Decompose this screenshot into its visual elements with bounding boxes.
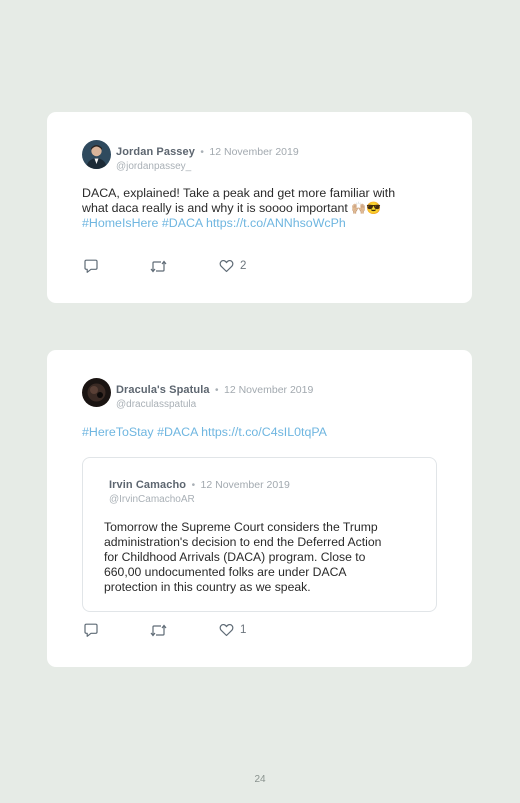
quoted-tweet-text: Tomorrow the Supreme Court considers the… (104, 520, 424, 595)
reply-button[interactable] (83, 259, 99, 274)
tweet-actions: 2 (83, 259, 283, 275)
author-name[interactable]: Dracula's Spatula (116, 384, 210, 396)
tweet-links[interactable]: #HomeIsHere #DACA https://t.co/ANNhsoWcP… (82, 216, 442, 231)
retweet-button[interactable] (150, 259, 167, 274)
tweet-text-line: what daca really is and why it is soooo … (82, 201, 442, 216)
like-count: 2 (240, 260, 247, 272)
tweet-actions: 1 (83, 623, 283, 639)
tweet-date[interactable]: 12 November 2019 (224, 384, 313, 396)
tweet-date[interactable]: 12 November 2019 (209, 146, 298, 158)
author-handle[interactable]: @draculasspatula (116, 399, 313, 410)
tweet-card: Dracula's Spatula • 12 November 2019 @dr… (47, 350, 472, 667)
like-count: 1 (240, 624, 247, 636)
quoted-author-handle[interactable]: @IrvinCamachoAR (109, 494, 290, 505)
tweet-text-segment: what daca really is and why it is soooo … (82, 201, 352, 215)
quoted-text-line: for Childhood Arrivals (DACA) program. C… (104, 550, 366, 564)
tweet-text: DACA, explained! Take a peak and get mor… (82, 186, 442, 231)
avatar[interactable] (82, 140, 111, 169)
quoted-text-line: 660,00 undocumented folks are under DACA (104, 565, 347, 579)
quoted-tweet[interactable]: Irvin Camacho • 12 November 2019 @IrvinC… (82, 457, 437, 612)
separator-dot: • (215, 385, 219, 396)
author-name[interactable]: Jordan Passey (116, 146, 195, 158)
emoji-text: 🙌🏼😎 (351, 201, 382, 215)
heart-icon (219, 259, 234, 273)
author-handle[interactable]: @jordanpassey_ (116, 161, 299, 172)
retweet-icon (150, 623, 167, 638)
tweet-text-line: DACA, explained! Take a peak and get mor… (82, 186, 396, 200)
page-number: 24 (254, 774, 266, 785)
like-button[interactable]: 1 (219, 623, 246, 637)
tweet-card: Jordan Passey • 12 November 2019 @jordan… (47, 112, 472, 303)
reply-icon (83, 623, 99, 638)
reply-button[interactable] (83, 623, 99, 638)
like-button[interactable]: 2 (219, 259, 246, 273)
quoted-text-line: Tomorrow the Supreme Court considers the… (104, 520, 378, 534)
quoted-text-line: protection in this country as we speak. (104, 580, 311, 594)
separator-dot: • (200, 147, 204, 158)
heart-icon (219, 623, 234, 637)
quoted-author-name[interactable]: Irvin Camacho (109, 479, 186, 491)
quoted-tweet-header: Irvin Camacho • 12 November 2019 @IrvinC… (109, 475, 290, 505)
quoted-text-line: administration's decision to end the Def… (104, 535, 382, 549)
reply-icon (83, 259, 99, 274)
quoted-tweet-date[interactable]: 12 November 2019 (201, 479, 290, 491)
tweet-links[interactable]: #HereToStay #DACA https://t.co/C4sIL0tqP… (82, 425, 442, 440)
retweet-button[interactable] (150, 623, 167, 638)
retweet-icon (150, 259, 167, 274)
avatar[interactable] (82, 378, 111, 407)
tweet-text: #HereToStay #DACA https://t.co/C4sIL0tqP… (82, 425, 442, 440)
separator-dot: • (191, 480, 196, 491)
